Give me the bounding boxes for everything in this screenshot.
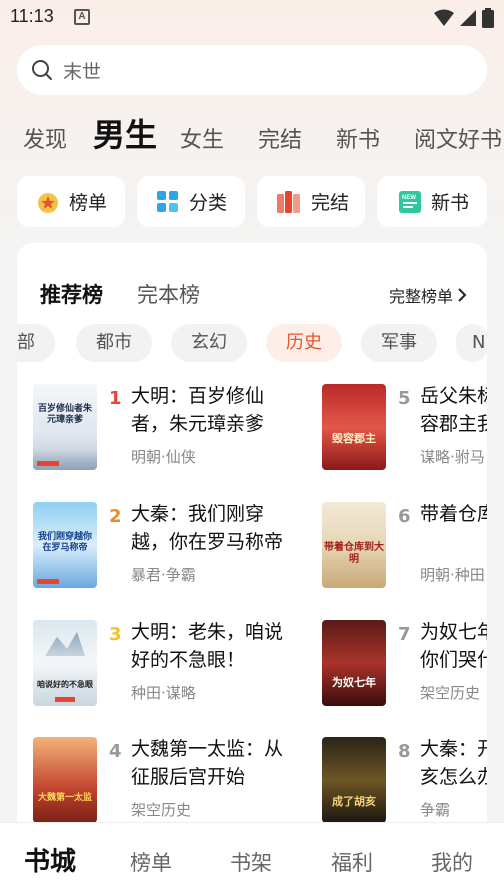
category-grid-icon: [157, 190, 178, 212]
book-item[interactable]: 百岁修仙者朱元璋亲爹 1 大明：百岁修仙 者，朱元璋亲爹 明朝·仙侠: [33, 384, 313, 474]
rank-medal-icon: [38, 192, 58, 213]
book-title: 带着仓库: [420, 503, 487, 525]
new-book-button[interactable]: NEW 新书: [377, 176, 487, 227]
new-book-label: 新书: [431, 192, 470, 214]
genre-chip-history[interactable]: 历史: [266, 324, 342, 362]
book-item[interactable]: 毁容郡主 5 岳父朱标 容郡主我 谋略·驸马: [322, 384, 487, 474]
book-tags: 明朝·仙侠: [131, 448, 196, 466]
book-tags: 种田·谋略: [131, 684, 196, 702]
book-item[interactable]: 成了胡亥 8 大秦：开 亥怎么办 争霸: [322, 737, 487, 827]
tab-new[interactable]: 新书: [336, 122, 380, 154]
chevron-right-icon: [458, 288, 467, 302]
category-label: 分类: [189, 192, 228, 214]
status-icons: [434, 8, 494, 28]
rank-number: 4: [109, 741, 122, 762]
rank-number: 2: [109, 506, 122, 527]
rank-number: 1: [109, 388, 122, 409]
book-tags: 明朝·种田: [420, 566, 485, 584]
new-book-icon: NEW: [399, 190, 421, 213]
nav-bookshelf[interactable]: 书架: [230, 847, 272, 877]
book-title: 大明：老朱，咱说 好的不急眼！: [131, 621, 284, 671]
book-title: 为奴七年 你们哭什么: [420, 621, 487, 671]
full-rank-link[interactable]: 完整榜单: [389, 283, 467, 307]
completed-button[interactable]: 完结: [257, 176, 365, 227]
tab-female[interactable]: 女生: [180, 122, 224, 154]
book-cover: 成了胡亥: [322, 737, 386, 823]
rank-list-label: 榜单: [69, 192, 108, 214]
status-time: 11:13: [10, 6, 54, 26]
status-bar: 11:13 A: [0, 0, 504, 36]
completed-books-icon: [277, 190, 300, 213]
book-cover: 咱说好的不急眼: [33, 620, 97, 706]
book-cover: 百岁修仙者朱元璋亲爹: [33, 384, 97, 470]
book-title: 大秦：开 亥怎么办: [420, 738, 487, 788]
nav-welfare[interactable]: 福利: [331, 847, 373, 877]
book-cover: 我们刚穿越你在罗马称帝: [33, 502, 97, 588]
book-cover: 为奴七年: [322, 620, 386, 706]
book-title: 大魏第一太监：从 征服后宫开始: [131, 738, 284, 788]
book-item[interactable]: 咱说好的不急眼 3 大明：老朱，咱说 好的不急眼！ 种田·谋略: [33, 620, 313, 710]
rank-number: 5: [398, 388, 411, 409]
search-icon: [32, 60, 52, 80]
rank-list-button[interactable]: 榜单: [17, 176, 125, 227]
genre-chip[interactable]: 部: [17, 324, 55, 362]
bottom-nav: 书城 榜单 书架 福利 我的: [0, 822, 504, 896]
book-tags: 谋略·驸马: [420, 448, 485, 466]
genre-chip-fantasy[interactable]: 玄幻: [171, 324, 247, 362]
tab-yuewen-good-books[interactable]: 阅文好书: [414, 122, 502, 154]
nav-rank[interactable]: 榜单: [130, 847, 172, 877]
battery-icon: [482, 8, 494, 28]
book-cover: 带着仓库到大明: [322, 502, 386, 588]
book-title: 岳父朱标 容郡主我: [420, 385, 487, 435]
signal-icon: [460, 10, 476, 26]
tab-recommend-rank[interactable]: 推荐榜: [40, 279, 103, 309]
genre-chip-more[interactable]: N: [456, 324, 487, 362]
book-item[interactable]: 为奴七年 7 为奴七年 你们哭什么 架空历史: [322, 620, 487, 710]
tab-completed-rank[interactable]: 完本榜: [137, 279, 200, 309]
svg-text:NEW: NEW: [402, 195, 416, 201]
full-rank-label: 完整榜单: [388, 287, 453, 306]
rank-number: 3: [109, 624, 122, 645]
genre-chip-urban[interactable]: 都市: [76, 324, 152, 362]
recommend-rank-card: 推荐榜 完本榜 完整榜单 部 都市 玄幻 历史 军事 N 百岁修仙者朱元璋亲爹 …: [17, 243, 487, 843]
book-cover: 大魏第一太监: [33, 737, 97, 823]
wifi-icon: [434, 9, 454, 26]
tab-discover[interactable]: 发现: [23, 122, 67, 154]
book-item[interactable]: 带着仓库到大明 6 带着仓库 明朝·种田: [322, 502, 487, 592]
nav-bookstore[interactable]: 书城: [24, 841, 76, 878]
book-item[interactable]: 大魏第一太监 4 大魏第一太监：从 征服后宫开始 架空历史: [33, 737, 313, 827]
book-item[interactable]: 我们刚穿越你在罗马称帝 2 大秦：我们刚穿 越，你在罗马称帝 暴君·争霸: [33, 502, 313, 592]
book-tags: 暴君·争霸: [131, 566, 196, 584]
nav-profile[interactable]: 我的: [431, 847, 473, 877]
completed-label: 完结: [311, 192, 350, 214]
search-bar[interactable]: 末世: [17, 45, 487, 95]
top-tabs: 发现 男生 女生 完结 新书 阅文好书: [23, 108, 504, 160]
genre-chip-military[interactable]: 军事: [361, 324, 437, 362]
tab-male[interactable]: 男生: [93, 110, 157, 156]
book-tags: 争霸: [420, 801, 451, 819]
book-cover: 毁容郡主: [322, 384, 386, 470]
genre-filter-row: 部 都市 玄幻 历史 军事 N: [17, 324, 487, 364]
rank-number: 8: [398, 741, 411, 762]
book-title: 大秦：我们刚穿 越，你在罗马称帝: [131, 503, 284, 553]
search-placeholder: 末世: [63, 60, 102, 83]
tab-completed[interactable]: 完结: [258, 122, 302, 154]
book-title: 大明：百岁修仙 者，朱元璋亲爹: [131, 385, 265, 435]
book-tags: 架空历史: [420, 684, 481, 702]
book-tags: 架空历史: [131, 801, 192, 819]
rank-number: 7: [398, 624, 411, 645]
category-button[interactable]: 分类: [137, 176, 245, 227]
rank-number: 6: [398, 506, 411, 527]
notification-icon: A: [74, 9, 90, 25]
